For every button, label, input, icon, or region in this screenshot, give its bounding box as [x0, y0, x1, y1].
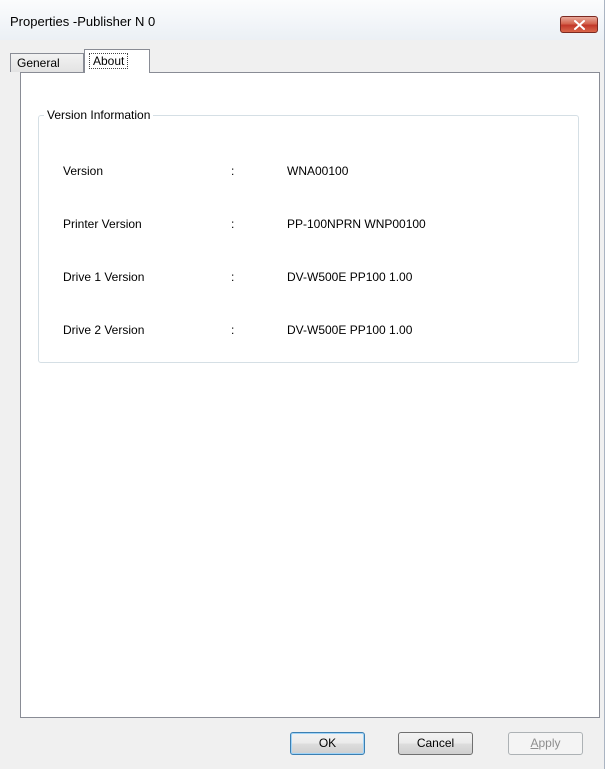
printer-version-separator: : — [231, 217, 235, 231]
printer-version-value: PP-100NPRN WNP00100 — [287, 217, 426, 231]
tab-about-label: About — [89, 53, 129, 69]
version-information-group: Version Information Version : WNA00100 P… — [38, 108, 579, 363]
version-separator: : — [231, 164, 235, 178]
apply-button-label-rest: pply — [538, 736, 561, 750]
tab-general[interactable]: General — [10, 53, 84, 72]
apply-button[interactable]: Apply — [508, 732, 583, 755]
group-title: Version Information — [44, 108, 154, 122]
about-tab-panel: Version Information Version : WNA00100 P… — [20, 72, 600, 718]
drive-1-version-value: DV-W500E PP100 1.00 — [287, 270, 413, 284]
title-bar[interactable]: Properties -Publisher N 0 — [0, 0, 604, 40]
dialog-button-bar: OK Cancel Apply — [0, 718, 604, 769]
apply-button-mnemonic: A — [530, 736, 539, 750]
version-value: WNA00100 — [287, 164, 349, 178]
close-button[interactable] — [560, 16, 598, 33]
drive-2-version-label: Drive 2 Version — [63, 323, 145, 337]
ok-button[interactable]: OK — [290, 732, 365, 755]
version-label: Version — [63, 164, 104, 178]
tab-general-label: General — [17, 56, 60, 70]
drive-2-version-separator: : — [231, 323, 235, 337]
printer-version-label: Printer Version — [63, 217, 142, 231]
drive-2-version-value: DV-W500E PP100 1.00 — [287, 323, 413, 337]
drive-1-version-label: Drive 1 Version — [63, 270, 145, 284]
properties-dialog: Properties -Publisher N 0 General About … — [0, 0, 605, 769]
tab-about[interactable]: About — [84, 49, 150, 73]
close-icon — [574, 20, 585, 30]
cancel-button[interactable]: Cancel — [398, 732, 473, 755]
window-title: Properties -Publisher N 0 — [10, 14, 156, 29]
drive-1-version-separator: : — [231, 270, 235, 284]
